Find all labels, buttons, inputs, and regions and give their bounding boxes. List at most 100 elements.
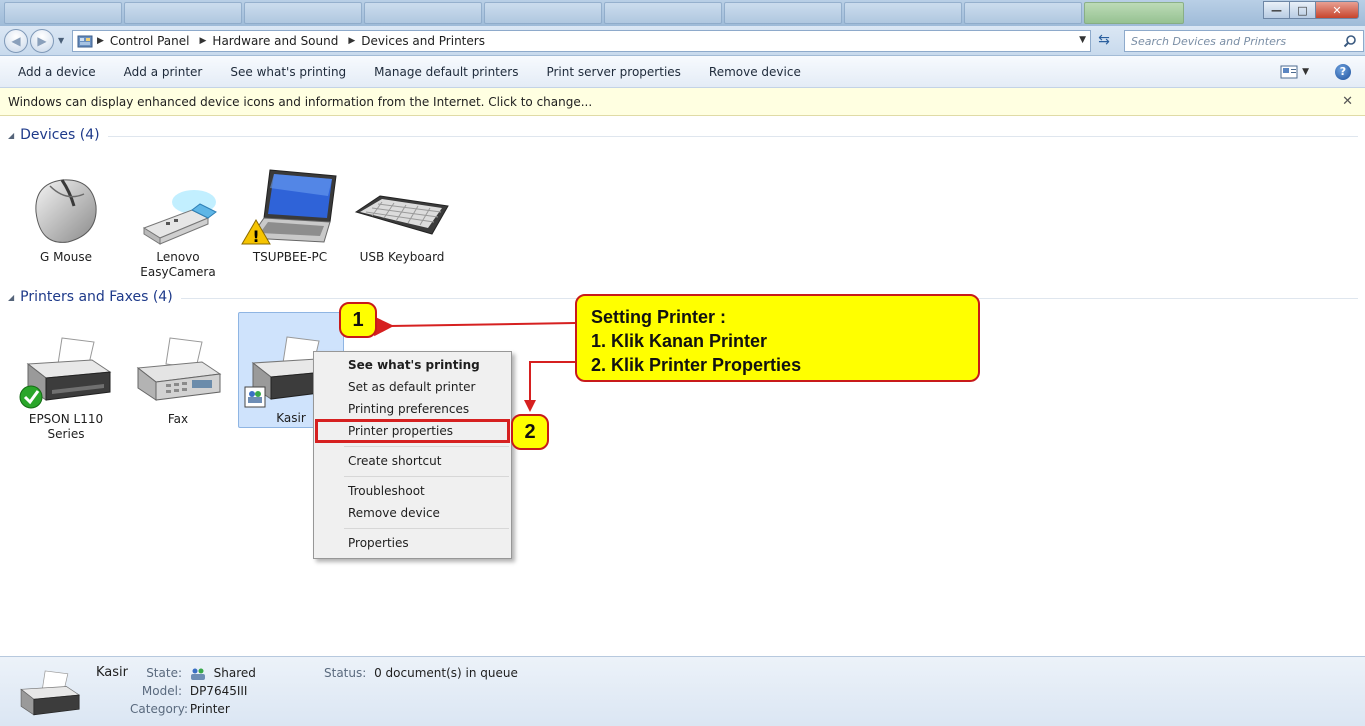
change-view-icon[interactable] [1280, 65, 1298, 79]
shared-icon [190, 668, 206, 680]
menu-item-create-shortcut[interactable]: Create shortcut [314, 450, 511, 472]
menu-separator [344, 528, 509, 529]
menu-item-see-whats-printing[interactable]: See what's printing [314, 354, 511, 376]
taskbar-button[interactable] [604, 2, 722, 24]
remove-device-button[interactable]: Remove device [695, 60, 815, 84]
status-value: 0 document(s) in queue [374, 666, 518, 680]
close-button[interactable]: ✕ [1315, 1, 1359, 19]
taskbar-button[interactable] [844, 2, 962, 24]
callout-step-1: 1. Klik Kanan Printer [591, 331, 768, 351]
info-bar[interactable]: Windows can display enhanced device icon… [0, 88, 1365, 116]
details-device-name: Kasir [96, 665, 128, 680]
taskbar-button[interactable] [964, 2, 1082, 24]
menu-item-set-default-printer[interactable]: Set as default printer [314, 376, 511, 398]
see-whats-printing-button[interactable]: See what's printing [216, 60, 360, 84]
close-icon[interactable]: ✕ [1342, 94, 1353, 109]
details-category: Category: Printer [130, 702, 230, 716]
taskbar-button[interactable] [124, 2, 242, 24]
refresh-button[interactable]: ⇆ [1094, 32, 1114, 50]
arrow-right-icon: ▶ [37, 34, 47, 48]
device-tsupbee-pc[interactable]: ! TSUPBEE-PC [240, 166, 340, 265]
print-server-properties-button[interactable]: Print server properties [532, 60, 694, 84]
device-label: Lenovo EasyCamera [140, 250, 216, 279]
usb-camera-icon [142, 190, 217, 245]
breadcrumb-control-panel[interactable]: Control Panel [110, 34, 190, 48]
context-menu: See what's printing Set as default print… [313, 351, 512, 559]
printer-icon [20, 670, 81, 716]
minimize-button[interactable]: — [1263, 1, 1289, 19]
devices-group-header[interactable]: ◢ Devices (4) [8, 127, 1358, 143]
device-lenovo-easycamera[interactable]: Lenovo EasyCamera [128, 172, 228, 280]
menu-item-properties[interactable]: Properties [314, 532, 511, 554]
printer-icon [19, 337, 112, 409]
state-value: Shared [213, 666, 256, 680]
state-label: State: [146, 666, 182, 680]
printers-group-title: Printers and Faxes (4) [20, 289, 173, 305]
details-status: Status: 0 document(s) in queue [324, 666, 518, 680]
chevron-down-icon[interactable]: ▼ [1079, 35, 1086, 45]
info-bar-text: Windows can display enhanced device icon… [8, 94, 593, 109]
device-label: TSUPBEE-PC [252, 250, 328, 264]
mouse-icon [35, 179, 97, 243]
arrow-head-step-2 [524, 400, 536, 412]
address-bar[interactable]: ▶ Control Panel ▶ Hardware and Sound ▶ D… [72, 30, 1091, 52]
device-g-mouse[interactable]: G Mouse [16, 172, 116, 265]
window-controls: — □ ✕ [1263, 1, 1359, 19]
device-label: G Mouse [39, 250, 93, 264]
device-label: EPSON L110 Series [28, 412, 104, 441]
taskbar-button[interactable] [724, 2, 842, 24]
search-input[interactable] [1131, 34, 1341, 48]
breadcrumb-separator: ▶ [97, 36, 104, 46]
breadcrumb-separator: ▶ [199, 36, 207, 46]
details-pane: Kasir State: Shared Model: DP7645III Cat… [0, 656, 1365, 726]
breadcrumb-separator: ▶ [348, 36, 356, 46]
manage-default-printers-button[interactable]: Manage default printers [360, 60, 532, 84]
laptop-icon: ! [241, 169, 337, 246]
step-badge-1: 1 [339, 302, 377, 338]
taskbar-button[interactable] [244, 2, 362, 24]
group-divider [107, 135, 1358, 137]
arrow-to-step-2 [529, 361, 575, 404]
menu-separator [344, 476, 509, 477]
collapse-triangle-icon[interactable]: ◢ [8, 131, 14, 140]
menu-item-printing-preferences[interactable]: Printing preferences [314, 398, 511, 420]
category-value: Printer [189, 702, 230, 716]
model-value: DP7645III [189, 684, 248, 698]
device-usb-keyboard[interactable]: USB Keyboard [352, 172, 452, 265]
status-label: Status: [324, 666, 367, 680]
taskbar-button[interactable] [4, 2, 122, 24]
printer-epson-l110[interactable]: EPSON L110 Series [16, 334, 116, 442]
menu-item-remove-device[interactable]: Remove device [314, 502, 511, 524]
callout-step-2: 2. Klik Printer Properties [591, 355, 802, 375]
fax-icon [136, 337, 222, 401]
menu-item-printer-properties[interactable]: Printer properties [315, 419, 510, 443]
forward-button[interactable]: ▶ [30, 29, 54, 53]
back-button[interactable]: ◀ [4, 29, 28, 53]
model-label: Model: [141, 684, 182, 698]
svg-text:!: ! [252, 227, 259, 246]
taskbar-button[interactable] [364, 2, 482, 24]
breadcrumb-hardware-and-sound[interactable]: Hardware and Sound [212, 34, 338, 48]
maximize-button[interactable]: □ [1289, 1, 1315, 19]
menu-item-troubleshoot[interactable]: Troubleshoot [314, 480, 511, 502]
devices-group-title: Devices (4) [20, 127, 100, 143]
breadcrumb-devices-and-printers[interactable]: Devices and Printers [361, 34, 485, 48]
add-device-button[interactable]: Add a device [4, 60, 110, 84]
view-options-dropdown[interactable]: ▼ [1302, 67, 1309, 77]
add-printer-button[interactable]: Add a printer [110, 60, 217, 84]
device-label: Fax [167, 412, 189, 426]
search-box [1124, 30, 1364, 52]
printer-fax[interactable]: Fax [128, 334, 228, 427]
device-label: USB Keyboard [359, 250, 445, 264]
details-state: State: Shared [130, 666, 256, 680]
menu-separator [344, 446, 509, 447]
search-icon[interactable] [1343, 34, 1357, 48]
recent-pages-dropdown[interactable]: ▼ [58, 36, 64, 45]
taskbar-strip [0, 0, 1365, 26]
collapse-triangle-icon[interactable]: ◢ [8, 293, 14, 302]
keyboard-icon [354, 195, 449, 235]
help-icon[interactable]: ? [1335, 63, 1351, 80]
refresh-icon: ⇆ [1098, 32, 1110, 48]
taskbar-button[interactable] [484, 2, 602, 24]
taskbar-button[interactable] [1084, 2, 1184, 24]
